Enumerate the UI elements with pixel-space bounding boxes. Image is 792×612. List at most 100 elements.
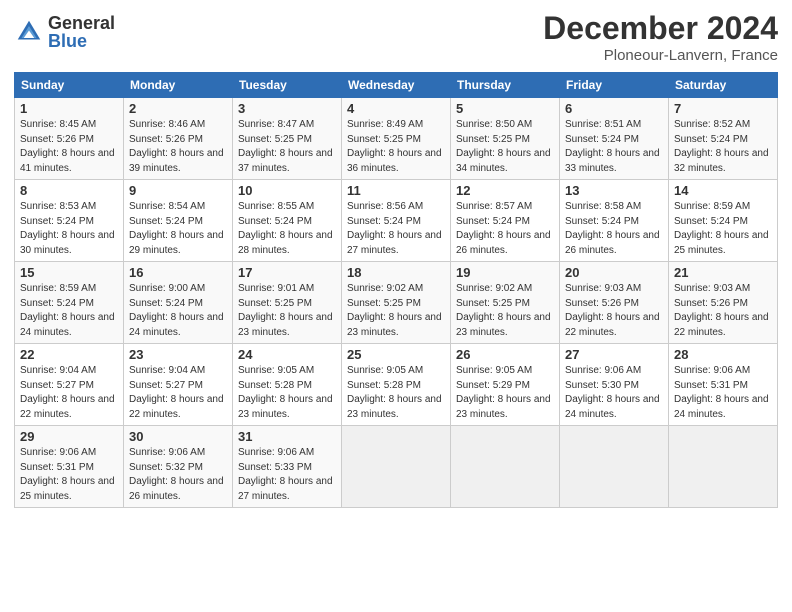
col-sunday: Sunday [15, 73, 124, 98]
col-monday: Monday [124, 73, 233, 98]
day-number: 4 [347, 101, 445, 116]
day-number: 13 [565, 183, 663, 198]
day-detail: Sunrise: 8:58 AMSunset: 5:24 PMDaylight:… [565, 201, 660, 256]
location: Ploneour-Lanvern, France [543, 47, 778, 64]
day-number: 21 [674, 265, 772, 280]
day-detail: Sunrise: 8:47 AMSunset: 5:25 PMDaylight:… [238, 119, 333, 174]
day-detail: Sunrise: 9:02 AMSunset: 5:25 PMDaylight:… [347, 283, 442, 338]
day-detail: Sunrise: 8:56 AMSunset: 5:24 PMDaylight:… [347, 201, 442, 256]
table-row: 12 Sunrise: 8:57 AMSunset: 5:24 PMDaylig… [451, 180, 560, 262]
calendar-week-row: 15 Sunrise: 8:59 AMSunset: 5:24 PMDaylig… [15, 262, 778, 344]
day-number: 22 [20, 347, 118, 362]
table-row: 19 Sunrise: 9:02 AMSunset: 5:25 PMDaylig… [451, 262, 560, 344]
table-row: 31 Sunrise: 9:06 AMSunset: 5:33 PMDaylig… [233, 426, 342, 508]
day-detail: Sunrise: 8:52 AMSunset: 5:24 PMDaylight:… [674, 119, 769, 174]
table-row: 15 Sunrise: 8:59 AMSunset: 5:24 PMDaylig… [15, 262, 124, 344]
table-row [560, 426, 669, 508]
day-detail: Sunrise: 8:49 AMSunset: 5:25 PMDaylight:… [347, 119, 442, 174]
table-row: 14 Sunrise: 8:59 AMSunset: 5:24 PMDaylig… [669, 180, 778, 262]
table-row: 2 Sunrise: 8:46 AMSunset: 5:26 PMDayligh… [124, 98, 233, 180]
calendar-week-row: 29 Sunrise: 9:06 AMSunset: 5:31 PMDaylig… [15, 426, 778, 508]
title-section: December 2024 Ploneour-Lanvern, France [543, 10, 778, 64]
table-row: 25 Sunrise: 9:05 AMSunset: 5:28 PMDaylig… [342, 344, 451, 426]
day-detail: Sunrise: 9:05 AMSunset: 5:28 PMDaylight:… [347, 365, 442, 420]
day-number: 9 [129, 183, 227, 198]
day-detail: Sunrise: 9:02 AMSunset: 5:25 PMDaylight:… [456, 283, 551, 338]
day-number: 20 [565, 265, 663, 280]
day-detail: Sunrise: 9:03 AMSunset: 5:26 PMDaylight:… [674, 283, 769, 338]
table-row: 27 Sunrise: 9:06 AMSunset: 5:30 PMDaylig… [560, 344, 669, 426]
table-row: 11 Sunrise: 8:56 AMSunset: 5:24 PMDaylig… [342, 180, 451, 262]
table-row: 21 Sunrise: 9:03 AMSunset: 5:26 PMDaylig… [669, 262, 778, 344]
day-number: 7 [674, 101, 772, 116]
day-detail: Sunrise: 8:59 AMSunset: 5:24 PMDaylight:… [674, 201, 769, 256]
table-row: 13 Sunrise: 8:58 AMSunset: 5:24 PMDaylig… [560, 180, 669, 262]
day-number: 10 [238, 183, 336, 198]
day-detail: Sunrise: 9:05 AMSunset: 5:29 PMDaylight:… [456, 365, 551, 420]
day-detail: Sunrise: 9:01 AMSunset: 5:25 PMDaylight:… [238, 283, 333, 338]
day-detail: Sunrise: 8:50 AMSunset: 5:25 PMDaylight:… [456, 119, 551, 174]
table-row [451, 426, 560, 508]
day-number: 24 [238, 347, 336, 362]
day-number: 23 [129, 347, 227, 362]
table-row: 28 Sunrise: 9:06 AMSunset: 5:31 PMDaylig… [669, 344, 778, 426]
logo-blue-text: Blue [48, 32, 115, 50]
col-friday: Friday [560, 73, 669, 98]
table-row: 4 Sunrise: 8:49 AMSunset: 5:25 PMDayligh… [342, 98, 451, 180]
col-saturday: Saturday [669, 73, 778, 98]
page-container: General Blue December 2024 Ploneour-Lanv… [0, 0, 792, 612]
day-number: 25 [347, 347, 445, 362]
table-row: 23 Sunrise: 9:04 AMSunset: 5:27 PMDaylig… [124, 344, 233, 426]
header: General Blue December 2024 Ploneour-Lanv… [14, 10, 778, 64]
day-number: 14 [674, 183, 772, 198]
day-number: 2 [129, 101, 227, 116]
day-detail: Sunrise: 9:06 AMSunset: 5:31 PMDaylight:… [674, 365, 769, 420]
table-row: 3 Sunrise: 8:47 AMSunset: 5:25 PMDayligh… [233, 98, 342, 180]
col-tuesday: Tuesday [233, 73, 342, 98]
day-detail: Sunrise: 9:05 AMSunset: 5:28 PMDaylight:… [238, 365, 333, 420]
logo: General Blue [14, 14, 115, 50]
day-detail: Sunrise: 9:00 AMSunset: 5:24 PMDaylight:… [129, 283, 224, 338]
day-detail: Sunrise: 9:04 AMSunset: 5:27 PMDaylight:… [20, 365, 115, 420]
day-detail: Sunrise: 8:46 AMSunset: 5:26 PMDaylight:… [129, 119, 224, 174]
day-number: 17 [238, 265, 336, 280]
calendar-week-row: 22 Sunrise: 9:04 AMSunset: 5:27 PMDaylig… [15, 344, 778, 426]
col-thursday: Thursday [451, 73, 560, 98]
calendar-week-row: 1 Sunrise: 8:45 AMSunset: 5:26 PMDayligh… [15, 98, 778, 180]
day-number: 30 [129, 429, 227, 444]
table-row: 17 Sunrise: 9:01 AMSunset: 5:25 PMDaylig… [233, 262, 342, 344]
table-row: 18 Sunrise: 9:02 AMSunset: 5:25 PMDaylig… [342, 262, 451, 344]
table-row: 30 Sunrise: 9:06 AMSunset: 5:32 PMDaylig… [124, 426, 233, 508]
calendar-table: Sunday Monday Tuesday Wednesday Thursday… [14, 72, 778, 508]
table-row: 10 Sunrise: 8:55 AMSunset: 5:24 PMDaylig… [233, 180, 342, 262]
day-number: 18 [347, 265, 445, 280]
day-detail: Sunrise: 9:06 AMSunset: 5:30 PMDaylight:… [565, 365, 660, 420]
table-row: 7 Sunrise: 8:52 AMSunset: 5:24 PMDayligh… [669, 98, 778, 180]
logo-general-text: General [48, 14, 115, 32]
logo-icon [14, 17, 44, 47]
table-row: 1 Sunrise: 8:45 AMSunset: 5:26 PMDayligh… [15, 98, 124, 180]
day-number: 12 [456, 183, 554, 198]
day-detail: Sunrise: 8:54 AMSunset: 5:24 PMDaylight:… [129, 201, 224, 256]
day-detail: Sunrise: 9:03 AMSunset: 5:26 PMDaylight:… [565, 283, 660, 338]
logo-text: General Blue [48, 14, 115, 50]
day-number: 1 [20, 101, 118, 116]
day-detail: Sunrise: 9:06 AMSunset: 5:31 PMDaylight:… [20, 447, 115, 502]
table-row [669, 426, 778, 508]
table-row: 29 Sunrise: 9:06 AMSunset: 5:31 PMDaylig… [15, 426, 124, 508]
day-detail: Sunrise: 8:45 AMSunset: 5:26 PMDaylight:… [20, 119, 115, 174]
day-number: 31 [238, 429, 336, 444]
day-detail: Sunrise: 8:57 AMSunset: 5:24 PMDaylight:… [456, 201, 551, 256]
table-row: 26 Sunrise: 9:05 AMSunset: 5:29 PMDaylig… [451, 344, 560, 426]
day-detail: Sunrise: 9:04 AMSunset: 5:27 PMDaylight:… [129, 365, 224, 420]
day-detail: Sunrise: 8:51 AMSunset: 5:24 PMDaylight:… [565, 119, 660, 174]
day-number: 28 [674, 347, 772, 362]
table-row: 9 Sunrise: 8:54 AMSunset: 5:24 PMDayligh… [124, 180, 233, 262]
table-row: 22 Sunrise: 9:04 AMSunset: 5:27 PMDaylig… [15, 344, 124, 426]
day-number: 11 [347, 183, 445, 198]
table-row: 24 Sunrise: 9:05 AMSunset: 5:28 PMDaylig… [233, 344, 342, 426]
table-row: 16 Sunrise: 9:00 AMSunset: 5:24 PMDaylig… [124, 262, 233, 344]
table-row: 6 Sunrise: 8:51 AMSunset: 5:24 PMDayligh… [560, 98, 669, 180]
day-detail: Sunrise: 9:06 AMSunset: 5:33 PMDaylight:… [238, 447, 333, 502]
day-detail: Sunrise: 8:53 AMSunset: 5:24 PMDaylight:… [20, 201, 115, 256]
